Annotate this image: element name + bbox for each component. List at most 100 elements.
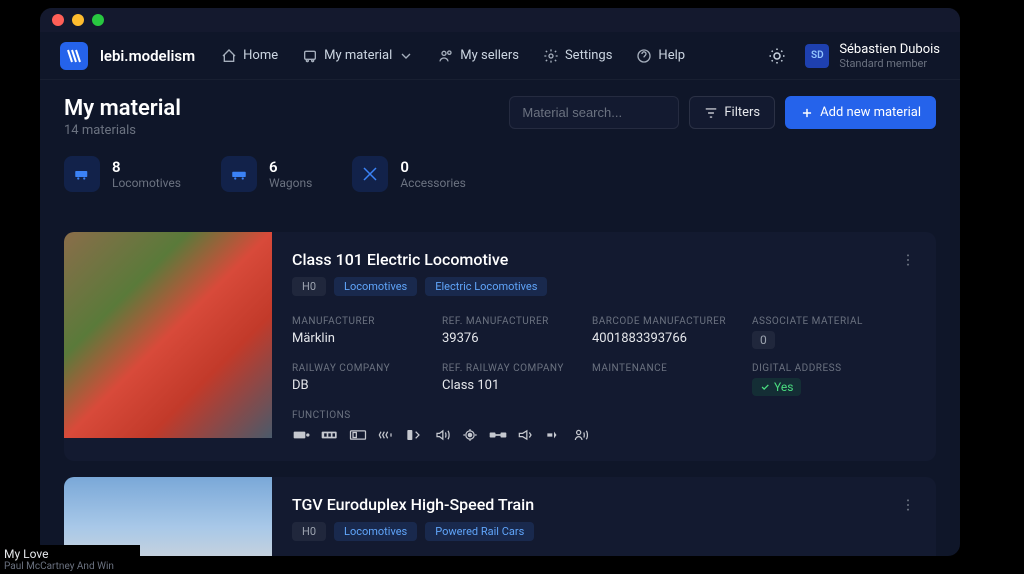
function-headlight-icon xyxy=(292,427,312,443)
material-card[interactable]: TGV Euroduplex High-Speed Train H0 Locom… xyxy=(64,477,936,556)
label-digital-address: DIGITAL ADDRESS xyxy=(752,363,872,374)
card-more-button[interactable] xyxy=(896,493,920,517)
user-menu[interactable]: SD Sébastien Dubois Standard member xyxy=(805,42,940,70)
stat-accessories: 0 Accessories xyxy=(352,156,466,192)
val-barcode: 4001883393766 xyxy=(592,331,752,346)
label-manufacturer: MANUFACTURER xyxy=(292,316,442,327)
locomotive-icon xyxy=(64,156,100,192)
users-icon xyxy=(438,48,454,64)
search-input[interactable] xyxy=(509,96,679,129)
stat-value: 6 xyxy=(269,158,312,176)
val-digital-address: Yes xyxy=(752,378,801,396)
function-announce-icon xyxy=(516,427,536,443)
maximize-window-icon[interactable] xyxy=(92,14,104,26)
titlebar xyxy=(40,8,960,32)
val-manufacturer: Märklin xyxy=(292,331,442,346)
home-icon xyxy=(221,48,237,64)
close-window-icon[interactable] xyxy=(52,14,64,26)
stat-locomotives: 8 Locomotives xyxy=(64,156,181,192)
stat-label: Locomotives xyxy=(112,176,181,190)
function-coupling-icon xyxy=(488,427,508,443)
help-icon xyxy=(636,48,652,64)
minimize-window-icon[interactable] xyxy=(72,14,84,26)
add-material-label: Add new material xyxy=(820,105,921,120)
train-icon xyxy=(302,48,318,64)
stats-row: 8 Locomotives 6 Wagons 0 Accessories xyxy=(64,156,936,192)
function-whistle-icon xyxy=(544,427,564,443)
stat-label: Wagons xyxy=(269,176,312,190)
function-sound-icon xyxy=(432,427,452,443)
app-window: lebi.modelism Home My material My seller… xyxy=(40,8,960,556)
filters-button[interactable]: Filters xyxy=(689,96,775,129)
nav-home[interactable]: Home xyxy=(211,42,288,70)
filters-label: Filters xyxy=(724,105,760,120)
plus-icon xyxy=(800,106,814,120)
top-nav: lebi.modelism Home My material My seller… xyxy=(40,32,960,80)
more-vertical-icon xyxy=(900,252,916,268)
material-title: TGV Euroduplex High-Speed Train xyxy=(292,495,916,514)
wagon-icon xyxy=(221,156,257,192)
content-area: My material 14 materials Filters Add new… xyxy=(40,80,960,556)
avatar: SD xyxy=(805,44,829,68)
val-ref-railway: Class 101 xyxy=(442,378,592,393)
more-vertical-icon xyxy=(900,497,916,513)
label-railway-company: RAILWAY COMPANY xyxy=(292,363,442,374)
function-direct-control-icon xyxy=(404,427,424,443)
np-title: My Love xyxy=(4,547,136,561)
accessory-icon xyxy=(352,156,388,192)
gear-icon xyxy=(543,48,559,64)
filter-icon xyxy=(704,106,718,120)
nav-material-label: My material xyxy=(324,48,392,63)
stat-value: 0 xyxy=(400,158,466,176)
function-interior-light-icon xyxy=(320,427,340,443)
val-ref-manufacturer: 39376 xyxy=(442,331,592,346)
label-ref-railway: REF. RAILWAY COMPANY xyxy=(442,363,592,374)
material-thumbnail xyxy=(64,232,272,438)
tag-category[interactable]: Locomotives xyxy=(334,522,417,541)
function-horn-icon xyxy=(376,427,396,443)
stat-value: 8 xyxy=(112,158,181,176)
card-more-button[interactable] xyxy=(896,248,920,272)
label-ref-manufacturer: REF. MANUFACTURER xyxy=(442,316,592,327)
function-cab-light-icon xyxy=(348,427,368,443)
nav-sellers[interactable]: My sellers xyxy=(428,42,529,70)
material-card[interactable]: Class 101 Electric Locomotive H0 Locomot… xyxy=(64,232,936,461)
label-functions: FUNCTIONS xyxy=(292,410,916,421)
nav-material[interactable]: My material xyxy=(292,42,424,70)
val-associate: 0 xyxy=(752,331,775,349)
tag-subcategory[interactable]: Powered Rail Cars xyxy=(425,522,534,541)
page-subtitle: 14 materials xyxy=(64,123,181,138)
user-name: Sébastien Dubois xyxy=(839,42,940,57)
logo-icon xyxy=(60,42,88,70)
nav-home-label: Home xyxy=(243,48,278,63)
user-tier: Standard member xyxy=(839,57,940,70)
material-title: Class 101 Electric Locomotive xyxy=(292,250,916,269)
label-barcode: BARCODE MANUFACTURER xyxy=(592,316,752,327)
brand-name: lebi.modelism xyxy=(100,47,195,65)
nav-settings[interactable]: Settings xyxy=(533,42,622,70)
nav-help[interactable]: Help xyxy=(626,42,695,70)
stat-wagons: 6 Wagons xyxy=(221,156,312,192)
chevron-down-icon xyxy=(398,48,414,64)
nav-sellers-label: My sellers xyxy=(460,48,519,63)
sun-icon xyxy=(768,47,786,65)
val-railway-company: DB xyxy=(292,378,442,393)
label-maintenance: MAINTENANCE xyxy=(592,363,752,374)
tag-category[interactable]: Locomotives xyxy=(334,277,417,296)
tag-scale[interactable]: H0 xyxy=(292,522,326,541)
np-artist: Paul McCartney And Win xyxy=(4,561,136,572)
nav-settings-label: Settings xyxy=(565,48,612,63)
stat-label: Accessories xyxy=(400,176,466,190)
add-material-button[interactable]: Add new material xyxy=(785,96,936,129)
function-conductor-icon xyxy=(572,427,592,443)
function-brake-icon xyxy=(460,427,480,443)
function-icons xyxy=(292,427,916,443)
check-icon xyxy=(760,382,770,392)
theme-toggle[interactable] xyxy=(761,40,793,72)
tag-scale[interactable]: H0 xyxy=(292,277,326,296)
tag-subcategory[interactable]: Electric Locomotives xyxy=(425,277,547,296)
page-title: My material xyxy=(64,96,181,121)
nav-help-label: Help xyxy=(658,48,685,63)
label-associate: ASSOCIATE MATERIAL xyxy=(752,316,872,327)
now-playing-overlay: My Love Paul McCartney And Win xyxy=(0,545,140,574)
